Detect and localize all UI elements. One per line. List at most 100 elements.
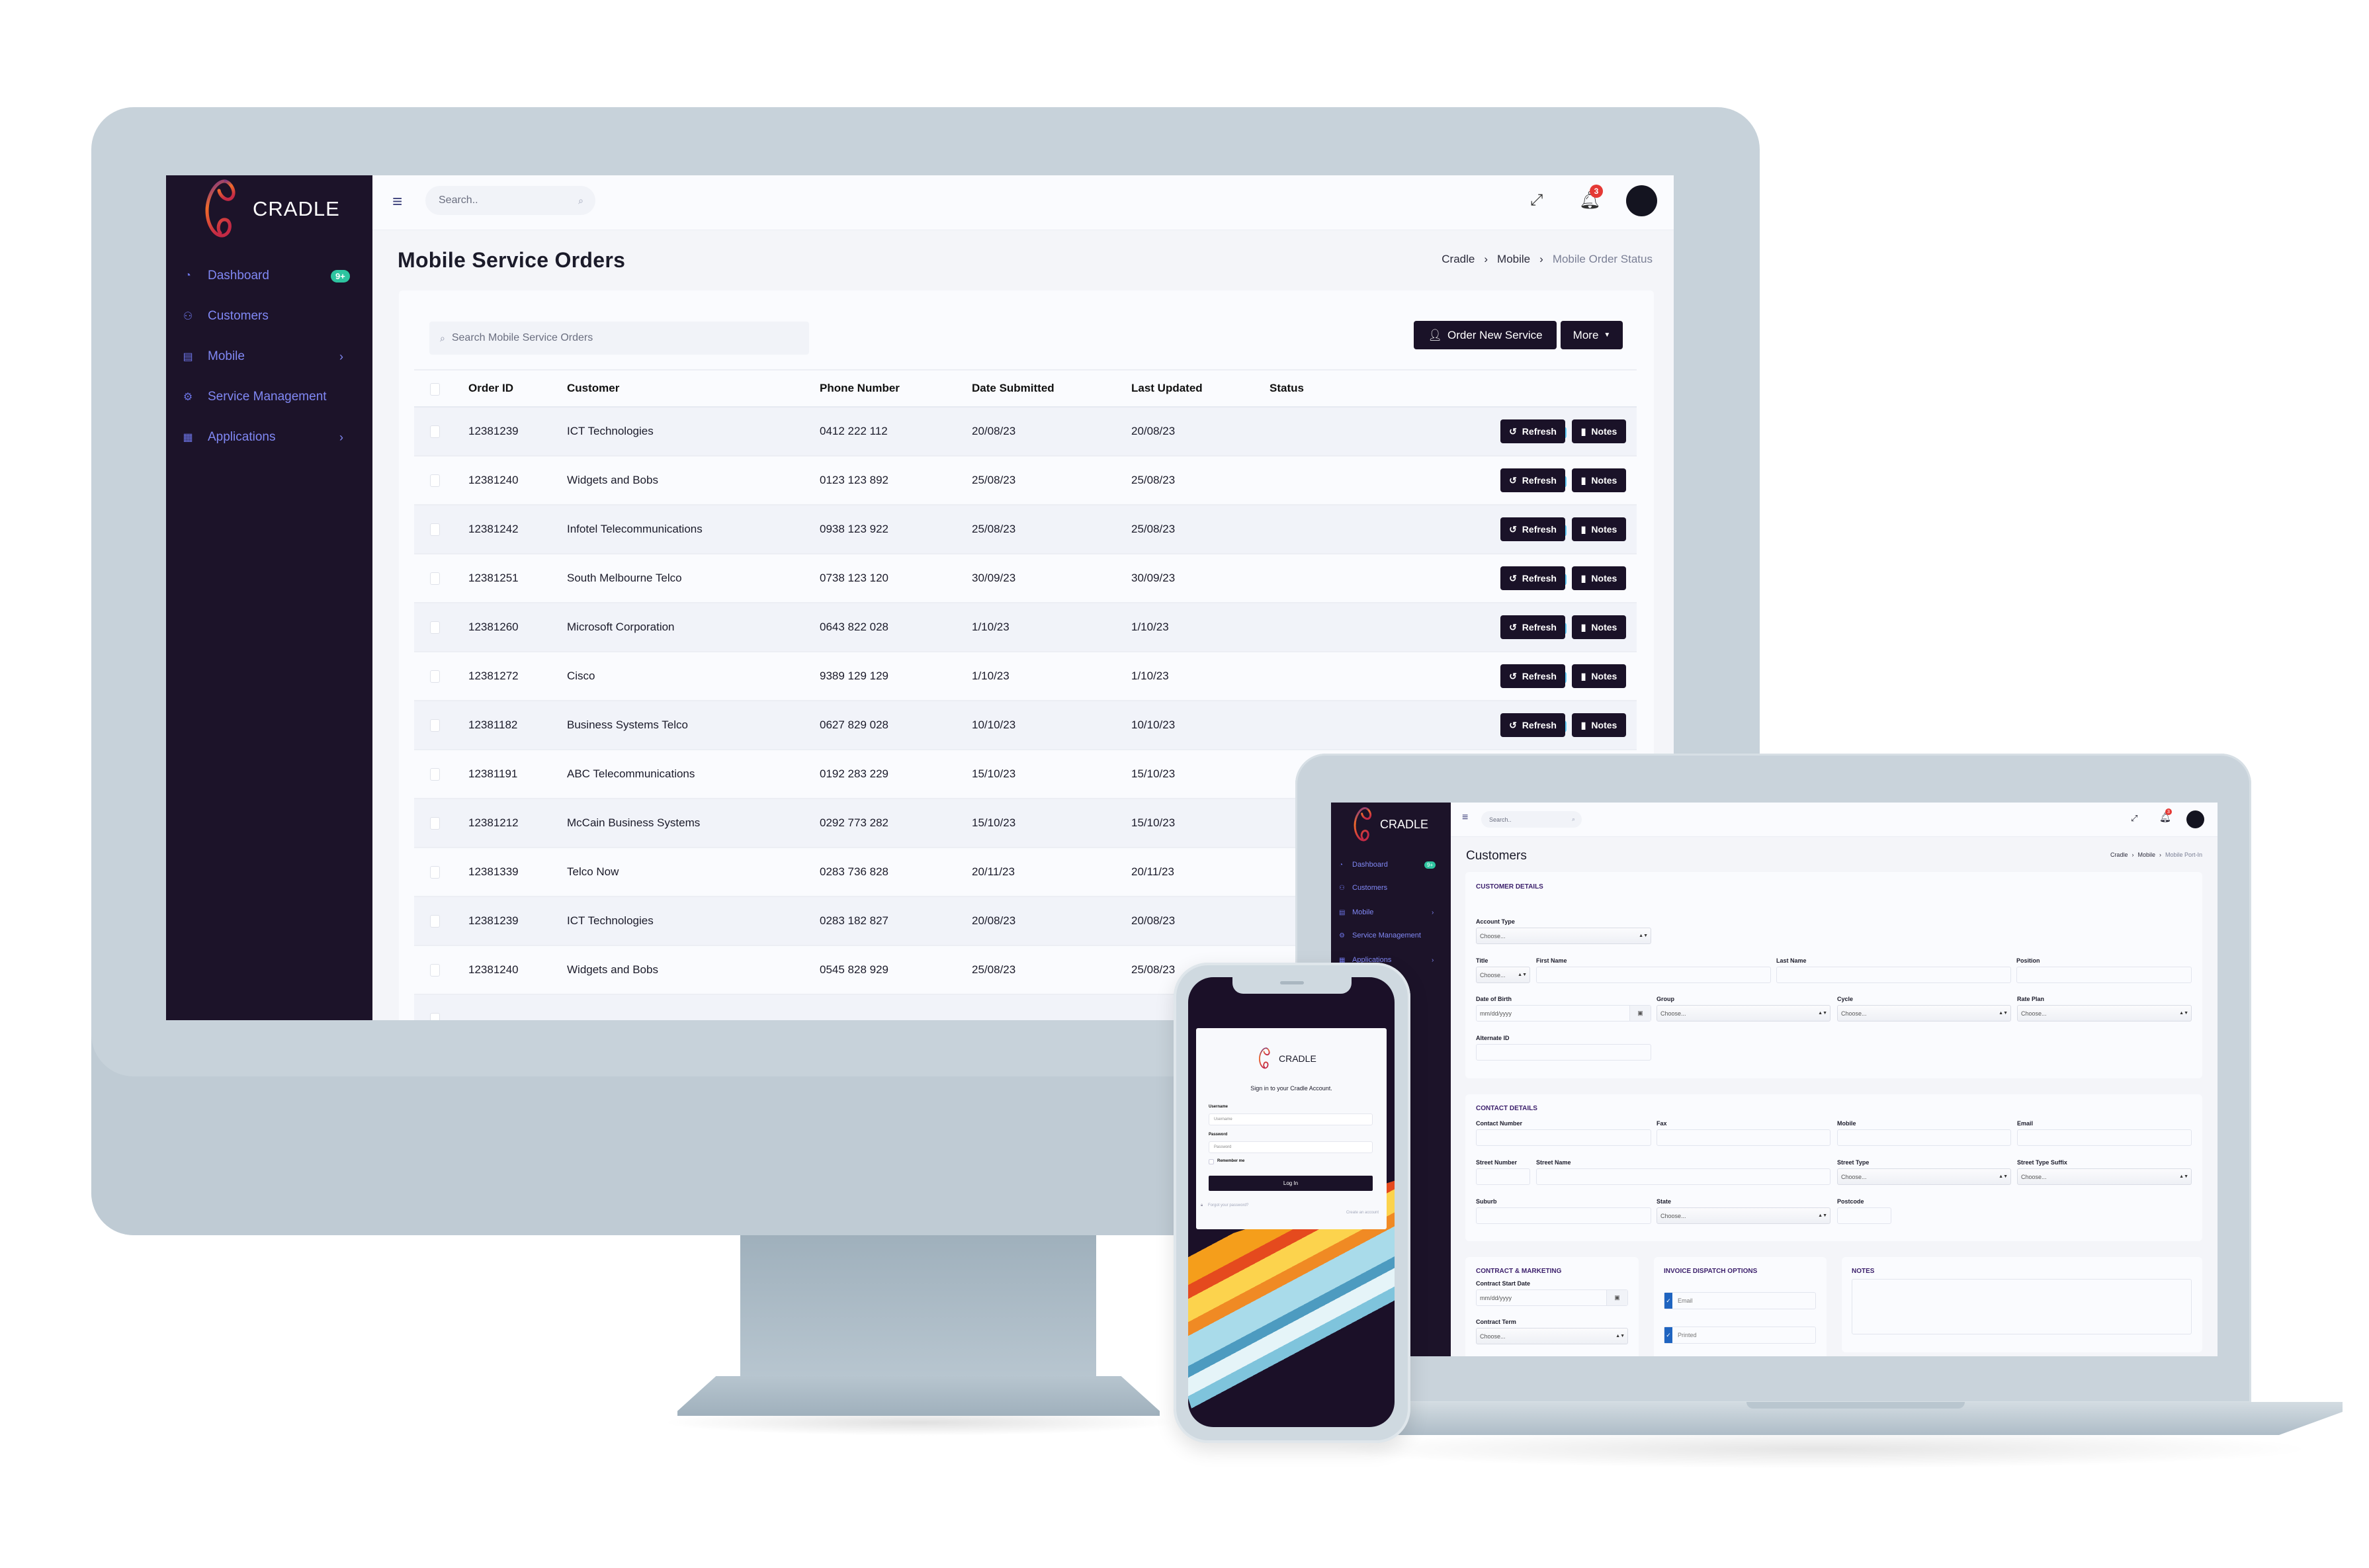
sidebar-item-customers[interactable]: ⚇ Customers [166,303,372,329]
global-search-input[interactable]: Search.. ⌕ [425,186,595,215]
column-header-customer[interactable]: Customer [567,382,619,395]
breadcrumb-item[interactable]: Mobile [1497,253,1530,266]
row-checkbox[interactable] [430,1013,440,1020]
global-search-input[interactable]: Search.. ⌕ [1481,811,1582,828]
refresh-button[interactable]: ↺ Refresh [1500,664,1565,688]
sidebar-item-service-management[interactable]: ⚙ Service Management [1331,929,1451,942]
fax-input[interactable] [1657,1129,1831,1146]
notes-button[interactable]: ▮ Notes [1572,517,1626,541]
fullscreen-icon[interactable]: ⤢ [2131,813,2137,824]
refresh-button[interactable]: ↺ Refresh [1500,615,1565,639]
username-input[interactable]: Username [1209,1113,1373,1125]
rate-plan-select[interactable]: Choose... ▲▼ [2017,1005,2192,1022]
avatar[interactable] [1626,185,1657,216]
email-dispatch-option[interactable]: ✓ Email [1664,1292,1816,1309]
password-input[interactable]: Password [1209,1141,1373,1153]
row-checkbox[interactable] [430,719,440,732]
sidebar-item-dashboard[interactable]: ◔ Dashboard 9+ [1331,858,1451,871]
sidebar-item-dashboard[interactable]: ◔ Dashboard 9+ [166,263,372,289]
sidebar-item-applications[interactable]: ▦ Applications › [166,424,372,451]
select-all-checkbox[interactable] [430,383,440,396]
sidebar-item-customers[interactable]: ⚇ Customers [1331,881,1451,894]
sidebar-item-mobile[interactable]: ▤ Mobile › [1331,906,1451,919]
column-header-status[interactable]: Status [1270,382,1304,395]
street-name-input[interactable] [1536,1168,1831,1185]
row-checkbox[interactable] [430,621,440,634]
notes-button[interactable]: ▮ Notes [1572,468,1626,492]
table-row[interactable]: 12381260 Microsoft Corporation 0643 822 02… [414,603,1637,652]
refresh-button[interactable]: ↺ Refresh [1500,517,1565,541]
sidebar-item-mobile[interactable]: ▤ Mobile › [166,343,372,370]
hamburger-menu-icon[interactable]: ≡ [1462,812,1468,824]
fullscreen-icon[interactable]: ⤢ [1530,191,1543,210]
email-input[interactable] [2017,1129,2192,1146]
table-row[interactable]: 12381240 Widgets and Bobs 0123 123 892 25/0… [414,457,1637,505]
last-name-input[interactable] [1776,967,2011,983]
breadcrumb-item[interactable]: Cradle [1442,253,1475,266]
column-header-last-updated[interactable]: Last Updated [1131,382,1203,395]
row-checkbox[interactable] [430,915,440,928]
table-row[interactable]: 12381272Cisco9389 129 1291/10/231/10/23I… [414,652,1637,701]
row-checkbox[interactable] [430,523,440,536]
row-checkbox[interactable] [430,817,440,830]
checkbox-checked-icon[interactable]: ✓ [1664,1293,1672,1309]
title-select[interactable]: Choose... ▲▼ [1476,967,1530,983]
notes-textarea[interactable] [1852,1279,2192,1334]
cycle-select[interactable]: Choose... ▲▼ [1837,1005,2011,1022]
row-checkbox[interactable] [430,768,440,781]
row-checkbox[interactable] [430,964,440,977]
hamburger-menu-icon[interactable]: ≡ [392,191,402,212]
group-select[interactable]: Choose... ▲▼ [1657,1005,1831,1022]
calendar-icon[interactable]: ▣ [1629,1006,1651,1021]
contract-term-select[interactable]: Choose... ▲▼ [1476,1328,1628,1344]
mobile-input[interactable] [1837,1129,2011,1146]
sidebar-item-service-management[interactable]: ⚙ Service Management [166,384,372,410]
alternate-id-input[interactable] [1476,1044,1651,1061]
column-header-date-submitted[interactable]: Date Submitted [972,382,1055,395]
row-checkbox[interactable] [430,866,440,879]
street-number-input[interactable] [1476,1168,1530,1185]
state-select[interactable]: Choose... ▲▼ [1657,1207,1831,1224]
refresh-button[interactable]: ↺ Refresh [1500,468,1565,492]
table-row[interactable]: 12381182 Business Systems Telco 0627 829 0… [414,701,1637,750]
suburb-input[interactable] [1476,1207,1651,1224]
row-checkbox[interactable] [430,425,440,438]
checkbox-checked-icon[interactable]: ✓ [1664,1327,1672,1343]
first-name-input[interactable] [1536,967,1771,983]
row-checkbox[interactable] [430,572,440,585]
breadcrumb-item[interactable]: Cradle [2110,851,2128,858]
remember-me-checkbox[interactable] [1209,1159,1214,1164]
orders-search-input[interactable]: ⌕ Search Mobile Service Orders [429,322,809,355]
order-new-service-button[interactable]: 👤︎ Order New Service [1414,321,1557,349]
table-row[interactable]: 12381239 ICT Technologies 0412 222 112 20/0… [414,408,1637,457]
notes-button[interactable]: ▮ Notes [1572,566,1626,590]
contract-start-date-input[interactable]: mm/dd/yyyy ▣ [1476,1289,1628,1306]
notes-button[interactable]: ▮ Notes [1572,419,1626,443]
refresh-button[interactable]: ↺ Refresh [1500,713,1565,737]
street-type-select[interactable]: Choose... ▲▼ [1837,1168,2011,1185]
table-row[interactable]: 12381242 Infotel Telecommunications 0938 1… [414,505,1637,554]
postcode-input[interactable] [1837,1207,1891,1224]
avatar[interactable] [2186,810,2204,828]
date-of-birth-input[interactable]: mm/dd/yyyy ▣ [1476,1005,1651,1022]
position-input[interactable] [2016,967,2192,983]
street-type-suffix-select[interactable]: Choose... ▲▼ [2017,1168,2192,1185]
notes-button[interactable]: ▮ Notes [1572,664,1626,688]
notes-button[interactable]: ▮ Notes [1572,713,1626,737]
column-header-phone[interactable]: Phone Number [820,382,900,395]
printed-dispatch-option[interactable]: ✓ Printed [1664,1327,1816,1344]
calendar-icon[interactable]: ▣ [1606,1290,1627,1305]
refresh-button[interactable]: ↺ Refresh [1500,419,1565,443]
create-account-link[interactable]: Create an account [1346,1211,1379,1215]
row-checkbox[interactable] [430,670,440,683]
column-header-order-id[interactable]: Order ID [468,382,513,395]
notes-button[interactable]: ▮ Notes [1572,615,1626,639]
contact-number-input[interactable] [1476,1129,1651,1146]
table-row[interactable]: 12381251 South Melbourne Telco 0738 123 12… [414,554,1637,603]
forgot-password-link[interactable]: Forgot your password? [1208,1203,1248,1207]
row-checkbox[interactable] [430,474,440,487]
more-dropdown-button[interactable]: More ▼ [1561,321,1623,349]
refresh-button[interactable]: ↺ Refresh [1500,566,1565,590]
account-type-select[interactable]: Choose... ▲▼ [1476,928,1651,944]
breadcrumb-item[interactable]: Mobile [2137,851,2155,858]
